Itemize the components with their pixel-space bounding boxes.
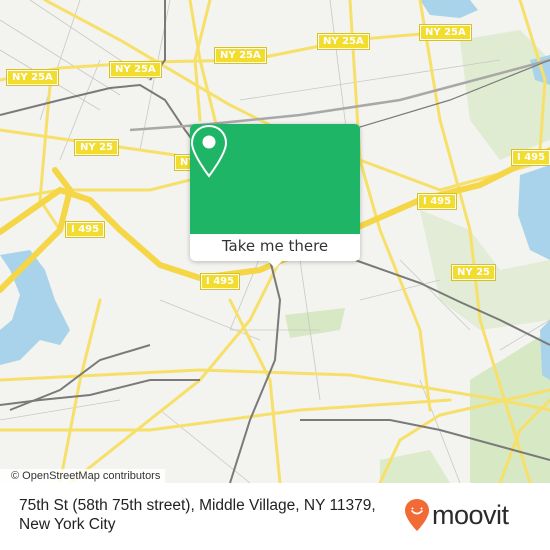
take-me-there-button[interactable]: Take me there [190,234,360,261]
location-pin-icon [190,124,228,178]
address-line-1: 75th St (58th 75th street), Middle Villa… [19,497,376,514]
moovit-pin-icon [405,499,429,531]
popup-tip [268,261,282,268]
shield-ny25-east: NY 25 [450,264,497,281]
shield-ny25a-northeast: NY 25A [317,33,370,50]
map-attribution[interactable]: © OpenStreetMap contributors [0,469,166,483]
address-line-2: New York City [19,516,116,533]
shield-ny25a-west: NY 25A [6,69,59,86]
shield-ny25a-north: NY 25A [214,47,267,64]
address-text: 75th St (58th 75th street), Middle Villa… [19,496,409,534]
shield-i495-center: I 495 [199,273,241,290]
map-view[interactable]: NY 25A NY 25A NY 25A NY 25A NY 25A NY 25… [0,0,550,483]
shield-ny25a-east: NY 25A [419,24,472,41]
footer: 75th St (58th 75th street), Middle Villa… [0,484,550,550]
location-popup: Take me there [190,124,360,268]
shield-i495-west: I 495 [64,221,106,238]
shield-i495-mideast: I 495 [416,193,458,210]
popup-header [190,124,360,234]
moovit-logo[interactable]: moovit [404,498,509,532]
shield-i495-east: I 495 [510,149,550,166]
shield-ny25-west: NY 25 [73,139,120,156]
shield-ny25a-center: NY 25A [109,61,162,78]
moovit-logo-text: moovit [432,500,509,530]
